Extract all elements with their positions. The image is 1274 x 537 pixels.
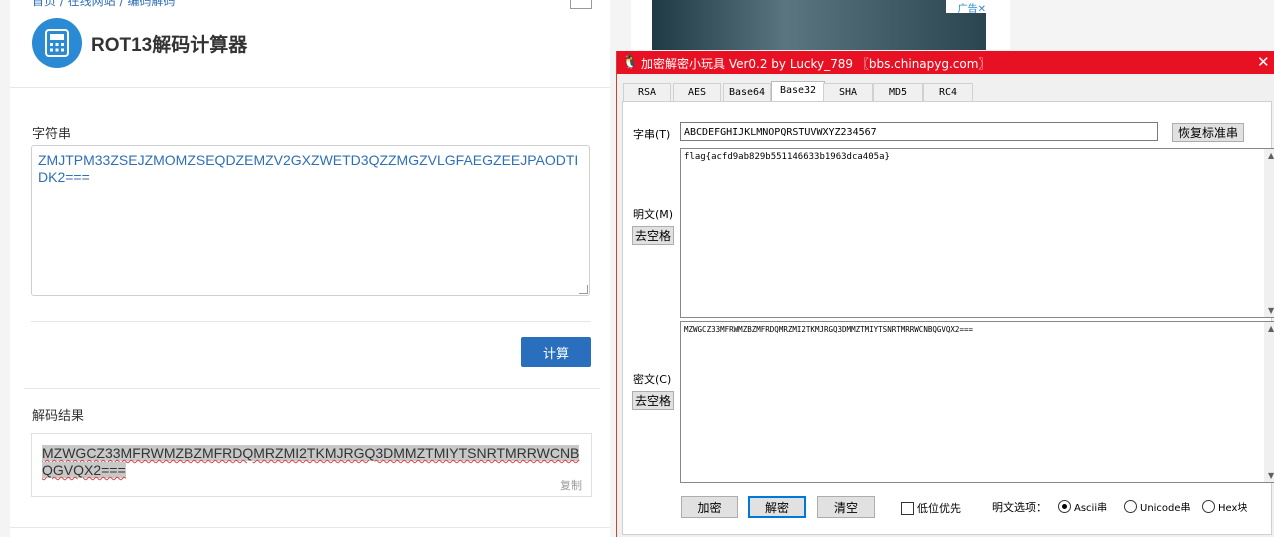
scroll-up-icon[interactable]: ▲ (1268, 324, 1274, 333)
resize-handle-icon[interactable] (579, 285, 588, 294)
app-icon: 🐧 (622, 55, 639, 70)
unicode-radio[interactable] (1124, 500, 1137, 513)
string-label: 字符串 (32, 127, 72, 142)
unicode-label: Unicode串 (1140, 503, 1191, 514)
ad-badge[interactable]: 广告✕ (946, 0, 986, 15)
result-value[interactable]: MZWGCZ33MFRWMZBZMFRDQMRZMI2TKMJRGQ3DMMZT… (42, 445, 582, 479)
key-label: 字串(T) (633, 128, 671, 141)
hex-label: Hex块 (1218, 503, 1248, 514)
divider (31, 321, 591, 322)
ad-close-icon[interactable]: ✕ (978, 4, 986, 15)
divider (10, 527, 610, 528)
scroll-down-icon[interactable]: ▼ (1268, 306, 1274, 315)
plaintext-label: 明文(M) (633, 208, 674, 221)
restore-default-button[interactable]: 恢复标准串 (1172, 123, 1244, 142)
calculator-icon (32, 18, 82, 68)
ciphertext-label: 密文(C) (633, 373, 672, 386)
ciphertext-strip-spaces-button[interactable]: 去空格 (632, 391, 674, 410)
window-icon[interactable] (570, 0, 592, 9)
close-icon[interactable]: ✕ (1257, 53, 1270, 71)
ad-label: 广告 (957, 4, 978, 15)
ad-image[interactable] (652, 0, 986, 50)
string-input-value[interactable]: ZMJTPM33ZSEJZMOMZSEQDZEMZV2GXZWETD3QZZMG… (38, 152, 583, 186)
page-title: ROT13解码计算器 (91, 35, 248, 56)
tab-rc4[interactable]: RC4 (923, 83, 973, 102)
copy-button[interactable]: 复制 (560, 477, 582, 493)
tab-base32[interactable]: Base32 (771, 81, 825, 103)
scroll-down-icon[interactable]: ▼ (1268, 471, 1274, 480)
decrypt-button[interactable]: 解密 (748, 496, 806, 518)
plaintext-option-label: 明文选项： (992, 501, 1047, 514)
breadcrumb[interactable]: 首页 / 在线网站 / 编码解码 (32, 0, 175, 9)
low-bit-first-label: 低位优先 (917, 502, 961, 515)
low-bit-first-checkbox[interactable] (901, 502, 914, 515)
plaintext-strip-spaces-button[interactable]: 去空格 (632, 226, 674, 245)
tab-md5[interactable]: MD5 (873, 83, 923, 102)
ciphertext-value[interactable]: MZWGCZ33MFRWMZBZMFRDQMRZMI2TKMJRGQ3DMMZT… (684, 325, 973, 334)
plaintext-value[interactable]: flag{acfd9ab829b551146633b1963dca405a} (684, 152, 890, 162)
ciphertext-memo[interactable]: MZWGCZ33MFRWMZBZMFRDQMRZMI2TKMJRGQ3DMMZT… (680, 321, 1274, 483)
ascii-radio[interactable] (1058, 500, 1071, 513)
ascii-label: Ascii串 (1074, 503, 1108, 514)
crypto-tool-window: 🐧 加密解密小玩具 Ver0.2 by Lucky_789 〖bbs.china… (616, 51, 1274, 537)
tab-base64[interactable]: Base64 (723, 83, 771, 102)
string-input[interactable]: ZMJTPM33ZSEJZMOMZSEQDZEMZV2GXZWETD3QZZMG… (31, 145, 590, 296)
clear-button[interactable]: 清空 (817, 496, 875, 518)
tab-aes[interactable]: AES (673, 83, 721, 102)
plaintext-scrollbar[interactable]: ▲ ▼ (1264, 149, 1274, 317)
ciphertext-scrollbar[interactable]: ▲ ▼ (1264, 322, 1274, 482)
result-box[interactable]: MZWGCZ33MFRWMZBZMFRDQMRZMI2TKMJRGQ3DMMZT… (31, 433, 592, 497)
result-text[interactable]: MZWGCZ33MFRWMZBZMFRDQMRZMI2TKMJRGQ3DMMZT… (42, 445, 580, 478)
divider (24, 388, 600, 389)
window-title: 加密解密小玩具 Ver0.2 by Lucky_789 〖bbs.chinapy… (641, 57, 991, 71)
divider (10, 87, 610, 88)
tab-sha[interactable]: SHA (823, 83, 873, 102)
title-bar[interactable]: 🐧 加密解密小玩具 Ver0.2 by Lucky_789 〖bbs.china… (617, 51, 1274, 74)
tab-rsa[interactable]: RSA (623, 83, 671, 102)
encrypt-button[interactable]: 加密 (681, 496, 738, 518)
key-input[interactable]: ABCDEFGHIJKLMNOPQRSTUVWXYZ234567 (680, 122, 1158, 141)
plaintext-memo[interactable]: flag{acfd9ab829b551146633b1963dca405a} ▲… (680, 148, 1274, 318)
result-label: 解码结果 (32, 409, 85, 424)
scroll-up-icon[interactable]: ▲ (1268, 151, 1274, 160)
calculate-button[interactable]: 计算 (521, 337, 591, 367)
hex-radio[interactable] (1202, 500, 1215, 513)
